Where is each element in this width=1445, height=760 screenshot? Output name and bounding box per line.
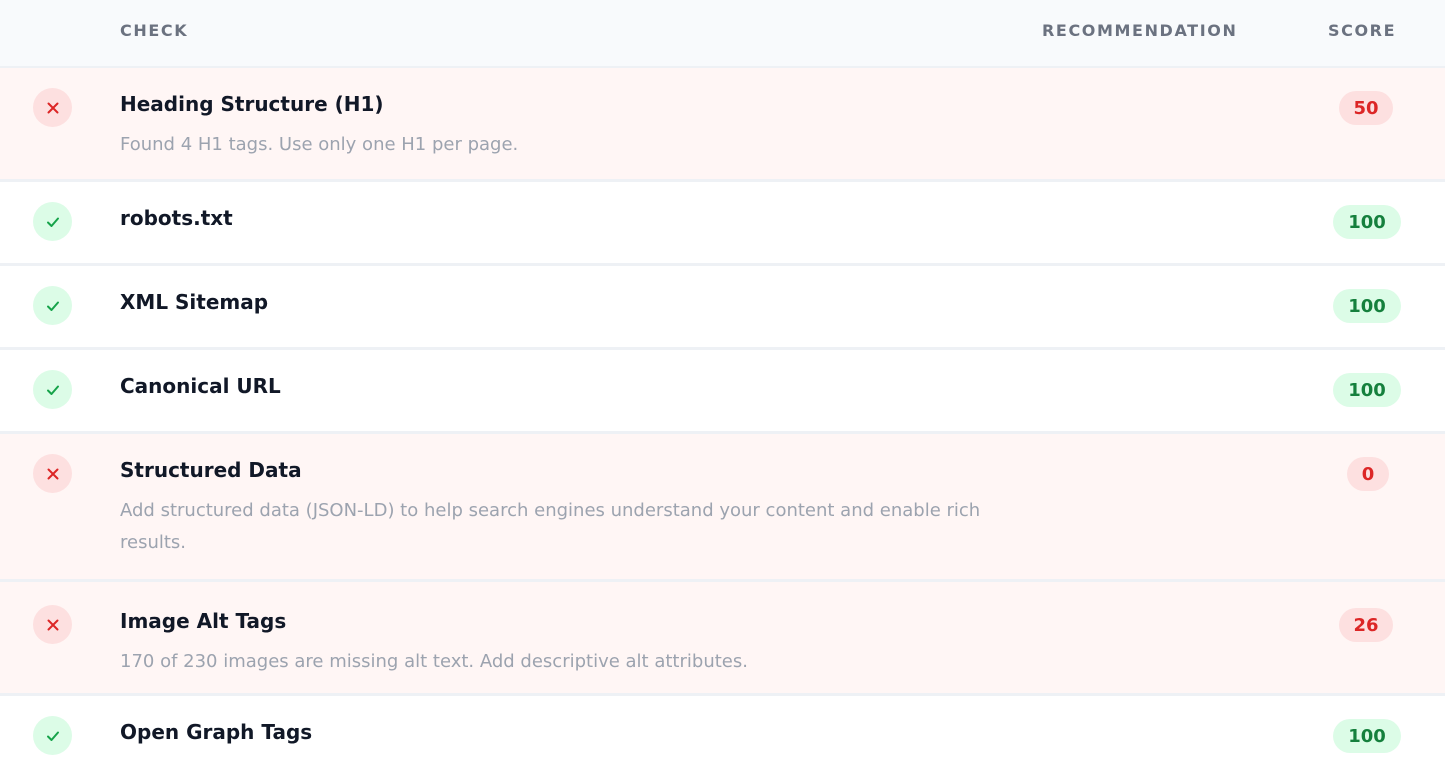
check-title: Canonical URL <box>120 374 281 398</box>
score-badge: 100 <box>1333 719 1401 753</box>
check-title: Structured Data <box>120 458 302 482</box>
score-badge: 100 <box>1333 205 1401 239</box>
column-header-score: SCORE <box>1328 21 1397 40</box>
table-row: Structured Data Add structured data (JSO… <box>0 434 1445 582</box>
check-icon <box>33 202 72 241</box>
table-row: robots.txt 100 <box>0 182 1445 266</box>
check-title: Heading Structure (H1) <box>120 92 384 116</box>
score-badge: 100 <box>1333 289 1401 323</box>
check-description: 170 of 230 images are missing alt text. … <box>120 651 748 672</box>
table-row: Image Alt Tags 170 of 230 images are mis… <box>0 582 1445 696</box>
seo-checks-table: CHECK RECOMMENDATION SCORE Heading Struc… <box>0 0 1445 760</box>
score-badge: 26 <box>1339 608 1393 642</box>
check-icon <box>33 716 72 755</box>
table-row: Canonical URL 100 <box>0 350 1445 434</box>
check-title: robots.txt <box>120 206 233 230</box>
check-title: Open Graph Tags <box>120 720 313 744</box>
check-description: Add structured data (JSON-LD) to help se… <box>120 500 981 553</box>
column-header-recommendation: RECOMMENDATION <box>1042 21 1238 40</box>
score-badge: 100 <box>1333 373 1401 407</box>
x-icon <box>33 454 72 493</box>
x-icon <box>33 605 72 644</box>
check-title: XML Sitemap <box>120 290 269 314</box>
table-header: CHECK RECOMMENDATION SCORE <box>0 0 1445 68</box>
column-header-check: CHECK <box>120 21 189 40</box>
table-row: Heading Structure (H1) Found 4 H1 tags. … <box>0 68 1445 182</box>
table-row: Open Graph Tags 100 <box>0 696 1445 760</box>
check-icon <box>33 286 72 325</box>
check-icon <box>33 370 72 409</box>
score-badge: 0 <box>1347 457 1389 491</box>
x-icon <box>33 88 72 127</box>
table-row: XML Sitemap 100 <box>0 266 1445 350</box>
check-title: Image Alt Tags <box>120 609 287 633</box>
check-description: Found 4 H1 tags. Use only one H1 per pag… <box>120 134 519 155</box>
score-badge: 50 <box>1339 91 1393 125</box>
